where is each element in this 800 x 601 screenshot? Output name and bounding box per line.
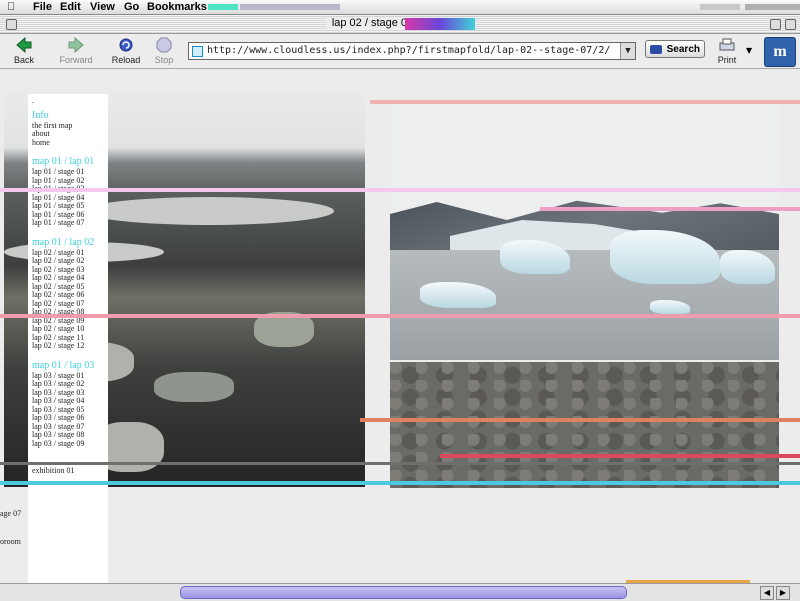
river-channel — [84, 197, 334, 225]
url-field[interactable]: http://www.cloudless.us/index.php?/first… — [188, 42, 636, 60]
nav-heading-lap01: map 01 / lap 01 — [32, 156, 95, 167]
nav-link[interactable]: lap 02 / stage 12 — [32, 341, 84, 350]
back-button[interactable]: Back — [4, 36, 44, 65]
nav-heading-info: Info — [32, 109, 49, 121]
glitch-strip — [0, 314, 800, 318]
glitch-bar — [208, 4, 238, 10]
scroll-right-arrow-icon[interactable]: ▶ — [776, 586, 790, 600]
search-icon — [650, 45, 662, 54]
menu-bookmarks[interactable]: Bookmarks — [147, 1, 207, 13]
nav-link[interactable]: home — [32, 138, 50, 147]
menu-go[interactable]: Go — [124, 1, 139, 13]
page-content: . Info the first map about home map 01 / lap … — [0, 69, 800, 583]
rocky-shore — [390, 362, 779, 488]
scrollbar-thumb[interactable] — [180, 586, 627, 599]
zoom-box-icon[interactable] — [770, 19, 781, 30]
menu-file[interactable]: File — [33, 1, 52, 13]
nav-heading-lap03: map 01 / lap 03 — [32, 359, 95, 371]
cut-off-link[interactable]: oroom — [0, 537, 21, 546]
glitch-strip — [540, 207, 800, 211]
site-navigation: . Info the first map about home map 01 / lap … — [28, 94, 108, 583]
print-label: Print — [717, 55, 737, 65]
forward-arrow-icon — [68, 37, 84, 53]
search-label: Search — [666, 44, 700, 55]
navigation-toolbar: Back Forward Reload Stop http://www.clou… — [0, 34, 800, 69]
glitch-strip — [0, 188, 800, 192]
glitch-strip — [440, 454, 800, 458]
glitch-strip — [370, 100, 800, 104]
nav-link[interactable]: lap 03 / stage 09 — [32, 439, 84, 448]
glitch-strip — [0, 481, 800, 485]
scroll-left-arrow-icon[interactable]: ◀ — [760, 586, 774, 600]
menu-view[interactable]: View — [90, 1, 115, 13]
url-text: http://www.cloudless.us/index.php?/first… — [207, 45, 611, 56]
horizontal-scrollbar[interactable]: ◀ ▶ — [0, 583, 800, 601]
glitch-bar — [700, 4, 740, 10]
glitch-bar — [240, 4, 340, 10]
reload-button[interactable]: Reload — [106, 36, 146, 65]
back-arrow-icon — [16, 37, 32, 53]
printer-icon — [719, 38, 735, 51]
collapse-box-icon[interactable] — [785, 19, 796, 30]
window-title-bar[interactable]: lap 02 / stage 07 : cloudless — [0, 15, 800, 34]
menu-bar:  File Edit View Go Bookmarks — [0, 0, 800, 15]
glitch-bar — [405, 18, 475, 30]
sand-patch — [154, 372, 234, 402]
print-button[interactable]: Print — [707, 36, 747, 65]
stop-icon — [156, 37, 172, 53]
url-history-dropdown-icon[interactable]: ▼ — [620, 43, 635, 59]
nav-link[interactable]: lap 01 / stage 07 — [32, 218, 84, 227]
forward-button[interactable]: Forward — [56, 36, 96, 65]
search-button[interactable]: Search — [645, 40, 705, 58]
apple-menu-icon[interactable]:  — [7, 1, 15, 13]
glitch-strip — [360, 418, 800, 422]
page-favicon-icon — [192, 46, 203, 57]
stop-label: Stop — [154, 55, 174, 65]
reload-label: Reload — [111, 55, 141, 65]
menu-edit[interactable]: Edit — [60, 1, 81, 13]
glitch-strip — [0, 462, 800, 465]
back-label: Back — [13, 55, 34, 65]
stop-button[interactable]: Stop — [144, 36, 184, 65]
forward-label: Forward — [59, 55, 93, 65]
nav-heading-lap02: map 01 / lap 02 — [32, 236, 95, 248]
sky — [390, 100, 779, 200]
browser-logo-icon[interactable]: m — [764, 37, 796, 67]
print-menu-chevron-icon[interactable]: ▼ — [746, 46, 752, 55]
cut-off-link[interactable]: age 07 — [0, 509, 21, 518]
iceberg — [650, 300, 690, 314]
nav-dot[interactable]: . — [32, 96, 34, 105]
nav-link-exhibition[interactable]: exhibition 01 — [32, 466, 74, 475]
photo-glacier-lagoon — [390, 100, 779, 488]
reload-icon — [119, 38, 133, 52]
glitch-bar — [745, 4, 800, 10]
